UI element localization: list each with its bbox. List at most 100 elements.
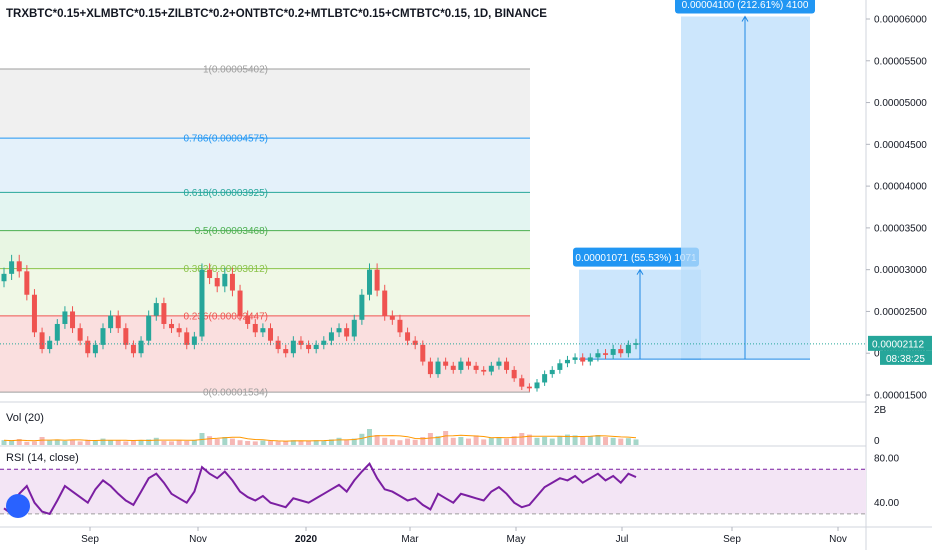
volume-bar — [382, 437, 388, 445]
volume-bar — [427, 433, 433, 445]
candle-body — [397, 319, 403, 333]
candle-body — [389, 315, 395, 320]
candle-body — [92, 344, 98, 354]
volume-bar — [610, 437, 616, 445]
volume-bar — [450, 437, 456, 445]
price-axis-label: 0.00005500 — [874, 56, 927, 67]
volume-bar — [344, 440, 350, 445]
fib-zone — [0, 268, 530, 316]
candle-body — [115, 315, 121, 329]
projection-label: 0.00004100 (212.61%) 4100 — [682, 0, 809, 11]
candle-body — [184, 332, 190, 345]
tradingview-logo-icon[interactable] — [6, 494, 30, 518]
candle-body — [16, 261, 22, 272]
volume-bar — [161, 441, 167, 445]
candle-body — [222, 273, 228, 287]
candle-body — [618, 349, 624, 354]
candle-body — [549, 369, 555, 375]
candle-body — [321, 340, 327, 345]
volume-bar — [169, 441, 175, 445]
price-axis-label: 0.00003500 — [874, 223, 927, 234]
time-axis-label: May — [507, 534, 526, 545]
rsi-axis-label: 80.00 — [874, 454, 899, 465]
candle-body — [465, 361, 471, 366]
volume-bar — [389, 439, 395, 445]
volume-bar — [481, 439, 487, 445]
volume-bar — [587, 436, 593, 445]
volume-bar — [519, 433, 525, 445]
volume-bar — [412, 439, 418, 445]
volume-bar — [595, 435, 601, 445]
candle-body — [443, 361, 449, 366]
candle-body — [564, 359, 570, 364]
fib-level-label: 1(0.00005402) — [203, 64, 268, 75]
volume-bar — [153, 437, 159, 445]
candle-body — [572, 357, 578, 360]
candle-body — [481, 369, 487, 372]
candle-body — [625, 344, 631, 354]
candle-body — [405, 332, 411, 341]
volume-bar — [39, 437, 45, 445]
candle-body — [138, 340, 144, 354]
time-axis-label: Sep — [723, 534, 741, 545]
candle-body — [336, 328, 342, 333]
volume-bar — [405, 438, 411, 445]
candle-body — [595, 353, 601, 358]
volume-bar — [1, 440, 7, 445]
candle-body — [237, 290, 243, 316]
volume-bar — [184, 441, 190, 445]
volume-bar — [191, 440, 197, 445]
volume-bar — [108, 440, 114, 445]
candle-body — [252, 323, 258, 333]
time-axis-label: 2020 — [295, 534, 318, 545]
candle-body — [603, 353, 609, 355]
candle-body — [77, 328, 83, 341]
candle-body — [123, 328, 129, 345]
volume-bar — [115, 440, 121, 445]
volume-bar — [207, 436, 213, 445]
fib-level-label: 0.618(0.00003925) — [183, 188, 268, 199]
volume-bar — [618, 438, 624, 445]
candle-body — [587, 357, 593, 362]
price-axis-label: 0.00004000 — [874, 182, 927, 193]
volume-bar — [252, 441, 258, 445]
price-axis-label: 0.00003000 — [874, 265, 927, 276]
candle-body — [85, 340, 91, 354]
price-axis-label: 0.00001500 — [874, 391, 927, 402]
countdown-label: 08:38:25 — [886, 354, 925, 365]
volume-axis-label: 0 — [874, 436, 880, 447]
candle-body — [39, 332, 45, 350]
candle-body — [458, 361, 464, 370]
candle-body — [24, 271, 30, 295]
candle-body — [427, 361, 433, 375]
last-price-label: 0.00002112 — [872, 339, 925, 350]
candle-body — [580, 357, 586, 362]
candle-body — [366, 269, 372, 295]
candle-body — [47, 340, 53, 350]
candle-body — [229, 273, 235, 291]
candle-body — [283, 349, 289, 354]
rsi-pane-label: RSI (14, close) — [6, 452, 79, 464]
candle-body — [420, 344, 426, 362]
candle-body — [359, 294, 365, 320]
candle-body — [130, 344, 136, 354]
volume-bar — [633, 439, 639, 445]
candle-body — [511, 369, 517, 379]
volume-bar — [458, 437, 464, 445]
volume-bar — [31, 441, 37, 445]
volume-bar — [542, 437, 548, 445]
candle-body — [473, 365, 479, 370]
volume-bar — [77, 441, 83, 445]
volume-bar — [9, 441, 15, 445]
volume-bar — [237, 440, 243, 445]
volume-bar — [465, 438, 471, 445]
chart-svg[interactable]: 1(0.00005402) 0.786(0.00004575) 0.618(0.00… — [0, 0, 932, 550]
volume-bar — [47, 440, 53, 445]
candle-body — [557, 363, 563, 370]
candle-body — [306, 344, 312, 350]
candle-body — [526, 386, 532, 389]
volume-bar — [260, 440, 266, 445]
volume-bar — [443, 431, 449, 445]
candle-body — [504, 361, 510, 370]
candle-body — [275, 340, 281, 350]
